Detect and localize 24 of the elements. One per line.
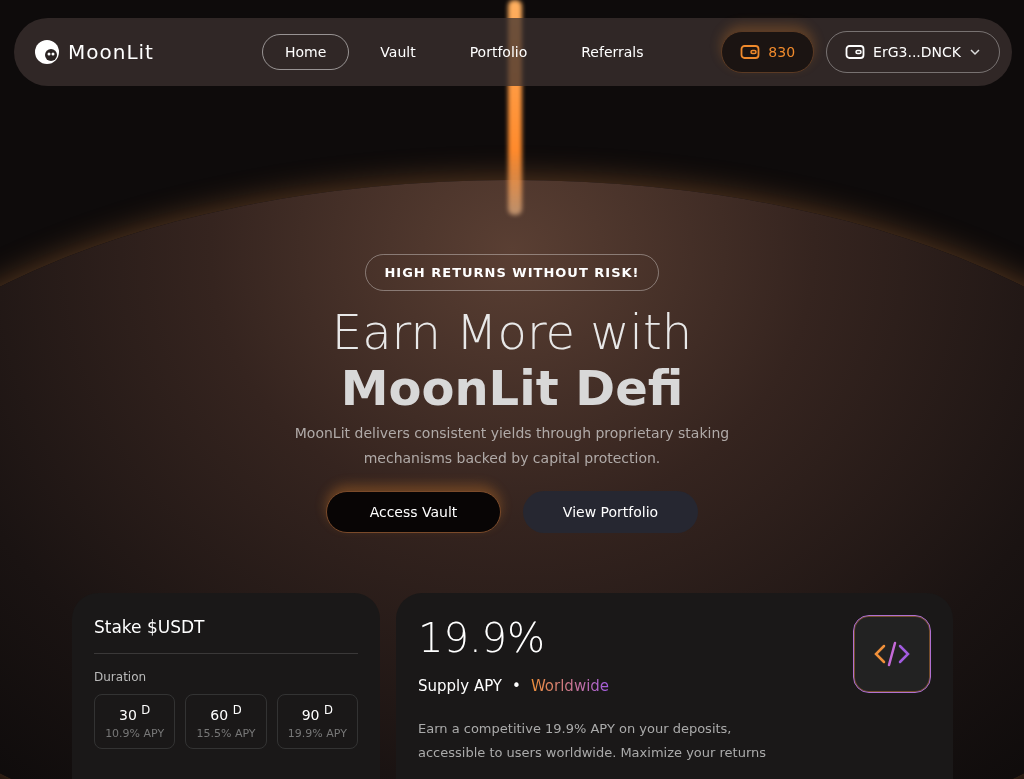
duration-label: Duration — [94, 670, 148, 684]
duration-option[interactable]: 30 $^{D}$ 10.9% APY — [94, 694, 176, 749]
wallet-icon — [845, 44, 866, 60]
points-button[interactable]: 830 — [721, 31, 815, 73]
brand-name[interactable]: MoonLit — [68, 40, 154, 64]
view-portfolio-button[interactable]: View Portfolio — [523, 491, 698, 533]
card-title: Stake $USDT — [94, 617, 206, 637]
separator-dot: • — [512, 677, 521, 695]
code-icon — [853, 615, 931, 693]
duration-option[interactable]: 90 $^{D}$ 19.9% APY — [276, 694, 358, 749]
nav-link[interactable]: Referrals — [558, 34, 667, 70]
hero-subtitle: MoonLit delivers consistent yields through proprietary staking mechanisms backed by capital protection. — [293, 424, 731, 468]
hero-heading: Earn More with — [331, 305, 693, 359]
wallet-icon — [740, 44, 761, 60]
access-vault-button[interactable]: Access Vault — [326, 491, 501, 533]
moon-logo-icon — [34, 39, 60, 65]
apy-value: 19.9% — [418, 615, 547, 661]
chevron-down-icon — [969, 48, 981, 56]
apy-label: Supply APY — [418, 677, 503, 695]
nav-link[interactable]: Vault — [357, 34, 439, 70]
hero-heading: MoonLit Defi — [340, 359, 684, 417]
nav-link[interactable]: Portfolio — [446, 34, 551, 70]
apy-description: Earn a competitive 19.9% APY on your deposits, accessible to users worldwide. Maximize your returns — [418, 720, 767, 762]
duration-option[interactable]: 60 $^{D}$ 15.5% APY — [185, 694, 267, 749]
